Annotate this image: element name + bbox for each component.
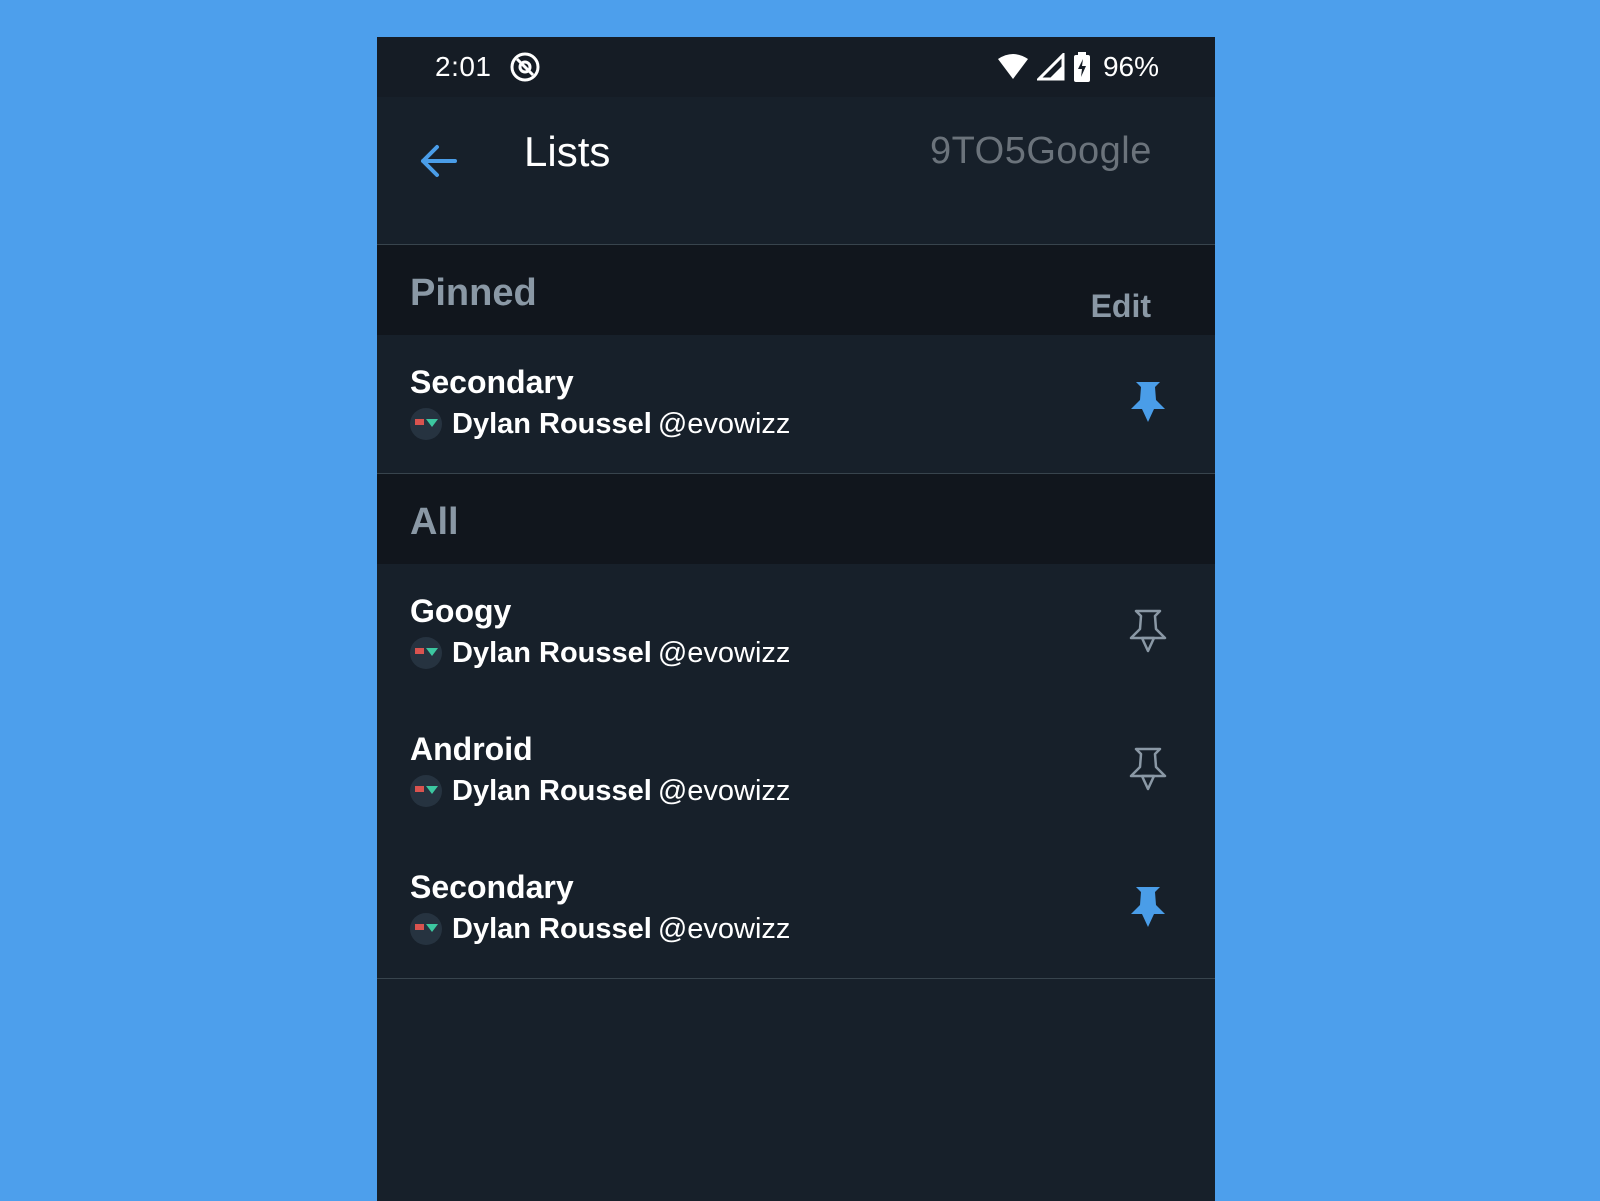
- notification-app-icon: [509, 51, 541, 83]
- owner-name: Dylan Roussel: [452, 774, 652, 807]
- section-title: All: [410, 501, 459, 543]
- pin-outline-icon: [1129, 609, 1167, 653]
- phone-screen: 2:01 96% Lists 9TO5Google Pinned Edit Se…: [377, 37, 1215, 1201]
- page-title: Lists: [524, 128, 611, 175]
- edit-button[interactable]: Edit: [1091, 288, 1151, 324]
- watermark-logo: 9TO5Google: [930, 130, 1152, 172]
- avatar: [410, 913, 442, 945]
- status-bar: 2:01 96%: [377, 37, 1215, 97]
- pin-button[interactable]: [1123, 745, 1173, 795]
- owner-name: Dylan Roussel: [452, 912, 652, 945]
- avatar: [410, 408, 442, 440]
- status-time: 2:01: [435, 51, 492, 82]
- owner-handle: @evowizz: [657, 407, 791, 440]
- list-name: Android: [410, 731, 533, 767]
- list-owner: Dylan Roussel @evowizz: [410, 772, 790, 810]
- status-icons: 96%: [997, 51, 1159, 83]
- pin-button[interactable]: [1123, 378, 1173, 428]
- list-owner: Dylan Roussel @evowizz: [410, 634, 790, 672]
- section-header-pinned: Pinned Edit: [377, 245, 1215, 335]
- pin-filled-icon: [1131, 887, 1165, 927]
- list-item[interactable]: Android Dylan Roussel @evowizz: [377, 702, 1215, 841]
- app-bar: Lists 9TO5Google: [377, 97, 1215, 245]
- list-name: Secondary: [410, 364, 574, 400]
- pin-button[interactable]: [1123, 883, 1173, 933]
- pin-button[interactable]: [1123, 607, 1173, 657]
- list-item[interactable]: Secondary Dylan Roussel @evowizz: [377, 840, 1215, 979]
- pin-outline-icon: [1129, 747, 1167, 791]
- list-owner: Dylan Roussel @evowizz: [410, 910, 790, 948]
- list-name: Googy: [410, 593, 512, 629]
- signal-icon: [1036, 53, 1065, 81]
- section-header-all: All: [377, 474, 1215, 564]
- avatar: [410, 637, 442, 669]
- section-title: Pinned: [410, 272, 537, 314]
- owner-name: Dylan Roussel: [452, 407, 652, 440]
- list-item[interactable]: Secondary Dylan Roussel @evowizz: [377, 335, 1215, 474]
- back-button[interactable]: [413, 135, 465, 187]
- list-item[interactable]: Googy Dylan Roussel @evowizz: [377, 564, 1215, 703]
- owner-handle: @evowizz: [657, 774, 791, 807]
- list-name: Secondary: [410, 869, 574, 905]
- wifi-icon: [997, 53, 1029, 81]
- arrow-left-icon: [421, 145, 457, 177]
- battery-percent: 96%: [1102, 51, 1159, 82]
- owner-name: Dylan Roussel: [452, 636, 652, 669]
- list-owner: Dylan Roussel @evowizz: [410, 405, 790, 443]
- owner-handle: @evowizz: [657, 636, 791, 669]
- owner-handle: @evowizz: [657, 912, 791, 945]
- pin-filled-icon: [1131, 382, 1165, 422]
- battery-charging-icon: [1073, 52, 1091, 82]
- avatar: [410, 775, 442, 807]
